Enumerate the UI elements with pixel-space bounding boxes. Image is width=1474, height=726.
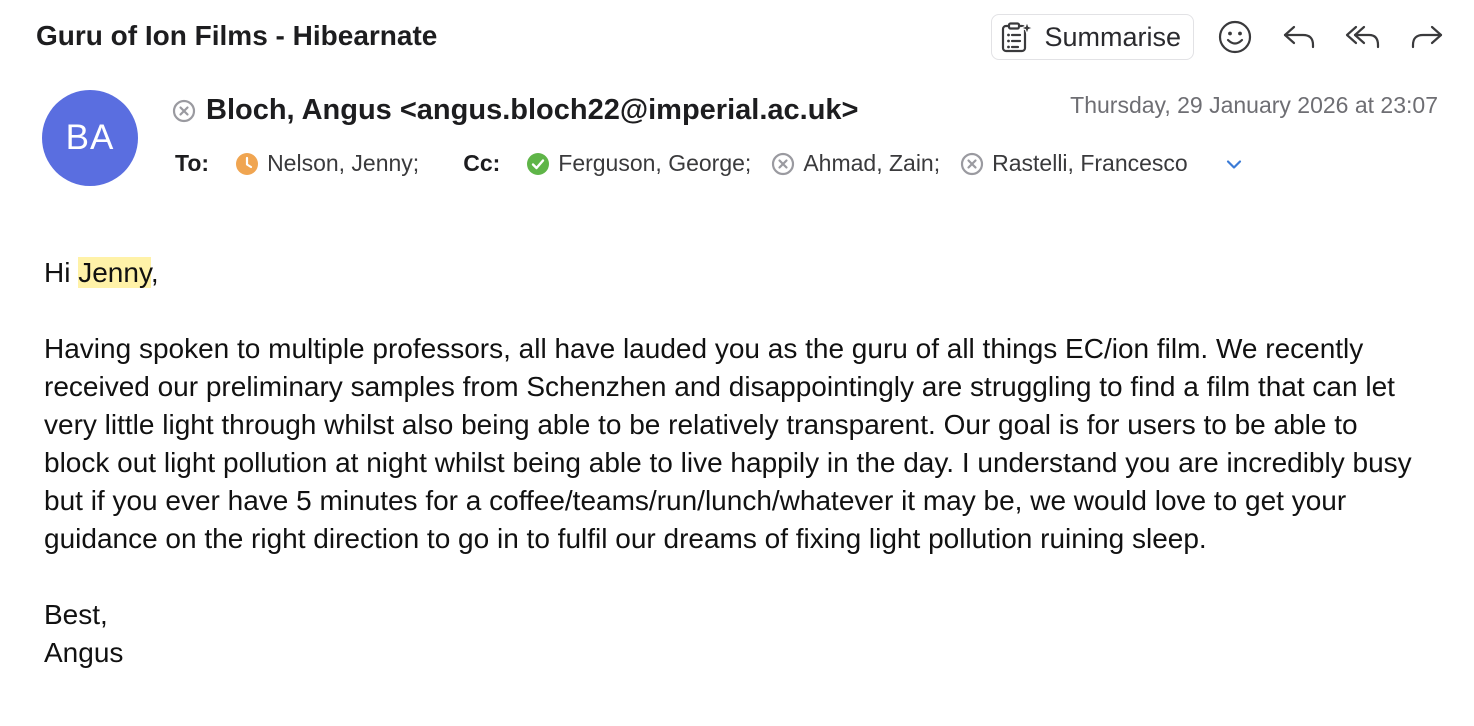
recipients-row: To: Nelson, Jenny; Cc: Ferguson, George; xyxy=(175,150,1246,177)
summarise-button[interactable]: Summarise xyxy=(991,14,1194,60)
recipient-to[interactable]: Nelson, Jenny; xyxy=(235,150,419,177)
sender-avatar[interactable]: BA xyxy=(42,90,138,186)
recipient-name: Ahmad, Zain; xyxy=(803,150,941,176)
to-label: To: xyxy=(175,150,210,176)
recipient-cc[interactable]: Ahmad, Zain; xyxy=(771,150,940,177)
unavailable-icon xyxy=(771,152,795,176)
greeting: Hi Jenny, xyxy=(44,254,1424,292)
greeting-prefix: Hi xyxy=(44,257,79,288)
recipient-name: Ferguson, George; xyxy=(558,150,752,176)
sender-name[interactable]: Bloch, Angus <angus.bloch22@imperial.ac.… xyxy=(206,94,859,127)
body-paragraph: Having spoken to multiple professors, al… xyxy=(44,333,1412,554)
sender-row: Bloch, Angus <angus.bloch22@imperial.ac.… xyxy=(172,94,859,127)
avatar-initials: BA xyxy=(65,118,115,157)
recipient-cc[interactable]: Rastelli, Francesco xyxy=(960,150,1188,177)
signature: Angus xyxy=(44,637,124,668)
message-toolbar: Summarise xyxy=(991,14,1450,60)
reply-all-icon[interactable] xyxy=(1340,14,1386,60)
summarise-label: Summarise xyxy=(1044,21,1181,52)
sent-date: Thursday, 29 January 2026 at 23:07 xyxy=(1070,92,1438,118)
unavailable-icon xyxy=(172,99,196,123)
message-body: Hi Jenny, Having spoken to multiple prof… xyxy=(44,254,1424,672)
recipient-name: Nelson, Jenny; xyxy=(267,150,420,176)
recipient-name: Rastelli, Francesco xyxy=(992,150,1188,176)
emoji-icon[interactable] xyxy=(1212,14,1258,60)
highlighted-name: Jenny xyxy=(78,257,151,288)
cc-label: Cc: xyxy=(463,150,501,176)
unavailable-icon xyxy=(960,152,984,176)
check-icon xyxy=(526,152,550,176)
chevron-down-icon[interactable] xyxy=(1222,152,1246,176)
recipient-cc[interactable]: Ferguson, George; xyxy=(526,150,751,177)
email-subject: Guru of Ion Films - Hibearnate xyxy=(36,20,438,51)
reply-icon[interactable] xyxy=(1276,14,1322,60)
greeting-suffix: , xyxy=(150,257,159,288)
signoff: Best, xyxy=(44,599,108,630)
summarise-icon xyxy=(1000,20,1035,54)
clock-icon xyxy=(235,152,259,176)
forward-icon[interactable] xyxy=(1404,14,1450,60)
